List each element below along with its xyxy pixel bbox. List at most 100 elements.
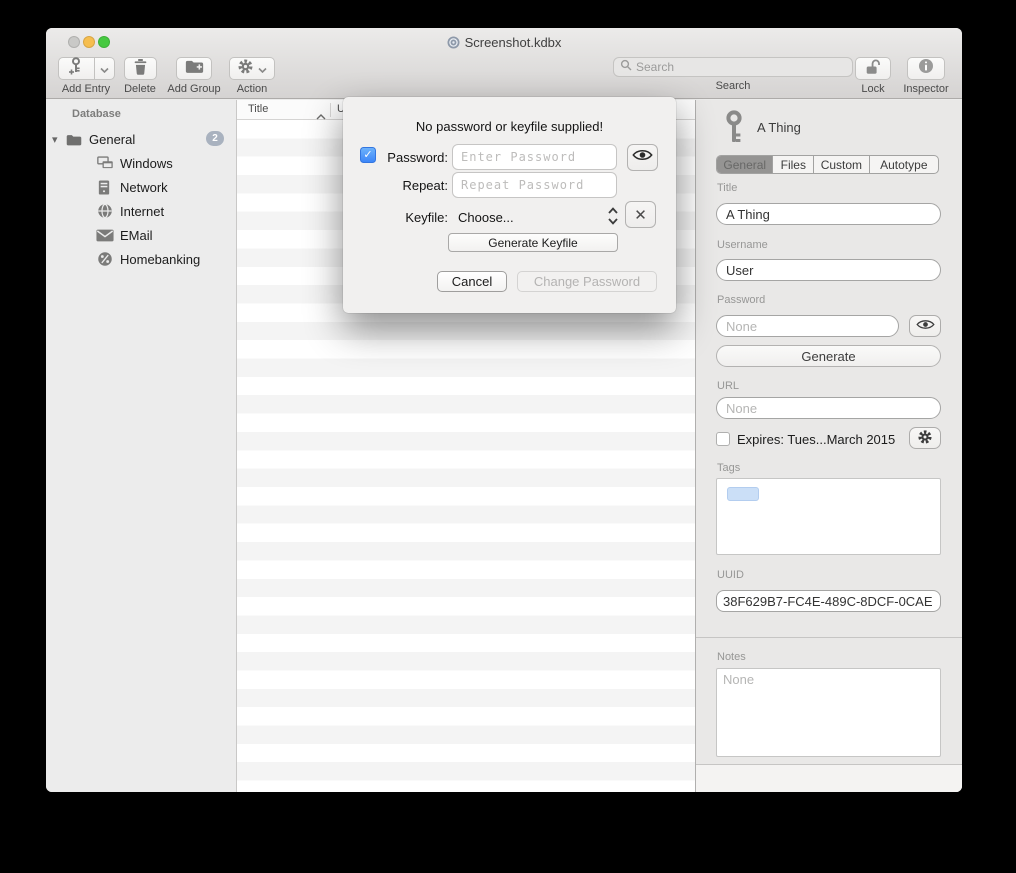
inspector-group: Inspector (898, 57, 954, 95)
sidebar-section-header: Database (72, 108, 121, 120)
disclosure-triangle-icon[interactable]: ▾ (52, 133, 58, 146)
add-entry-dropdown-button[interactable] (95, 57, 115, 80)
unlocked-padlock-icon (864, 58, 882, 80)
key-plus-icon (68, 57, 84, 80)
inspector-footer (696, 764, 962, 792)
envelope-icon (96, 229, 114, 242)
chevron-down-icon (100, 60, 109, 78)
username-field[interactable] (716, 259, 941, 281)
search-input[interactable] (636, 60, 846, 74)
change-password-dialog: No password or keyfile supplied! ✓ Passw… (343, 97, 676, 313)
uuid-field-label: UUID (717, 569, 744, 581)
search-group: Search (613, 57, 853, 92)
username-field-label: Username (717, 239, 768, 251)
folder-icon (66, 133, 82, 146)
group-sidebar: Database ▾ General 2 Windows Networ (46, 100, 237, 792)
sidebar-item-network[interactable]: Network (46, 175, 236, 199)
keyfile-popup-button[interactable]: Choose... (458, 210, 514, 225)
repeat-label: Repeat: (360, 178, 448, 193)
notes-field-label: Notes (717, 651, 746, 663)
url-field[interactable] (716, 397, 941, 419)
sidebar-item-email[interactable]: EMail (46, 223, 236, 247)
delete-button[interactable] (124, 57, 157, 80)
notes-field[interactable] (716, 668, 941, 757)
globe-icon (97, 203, 113, 219)
expires-checkbox[interactable] (716, 432, 730, 446)
tab-files[interactable]: Files (772, 156, 813, 173)
sidebar-item-homebanking[interactable]: Homebanking (46, 247, 236, 271)
sidebar-item-general[interactable]: ▾ General 2 (46, 127, 236, 151)
password-label: Password: (360, 150, 448, 165)
trash-icon (133, 58, 148, 80)
clear-keyfile-button[interactable]: ✕ (625, 201, 656, 228)
generate-password-button[interactable]: Generate (716, 345, 941, 367)
tab-custom[interactable]: Custom (813, 156, 869, 173)
tab-general[interactable]: General (717, 156, 772, 173)
entry-count-badge: 2 (206, 131, 224, 146)
eye-icon (632, 148, 653, 167)
tags-field-label: Tags (717, 462, 740, 474)
windows-group-icon (97, 156, 114, 170)
folder-plus-icon (185, 59, 204, 78)
repeat-password-input[interactable] (452, 172, 617, 198)
gear-icon (917, 429, 933, 448)
dialog-message: No password or keyfile supplied! (343, 119, 676, 134)
stepper-chevrons-icon[interactable] (606, 205, 620, 232)
sidebar-item-internet[interactable]: Internet (46, 199, 236, 223)
key-icon (725, 110, 743, 147)
tags-box[interactable] (716, 478, 941, 555)
column-divider[interactable] (330, 103, 331, 117)
action-button[interactable] (229, 57, 275, 80)
add-entry-group: Add Entry (54, 57, 118, 95)
inspector-label: Inspector (903, 83, 948, 95)
action-label: Action (237, 83, 268, 95)
title-field[interactable] (716, 203, 941, 225)
lock-label: Lock (861, 83, 884, 95)
enter-password-input[interactable] (452, 144, 617, 170)
titlebar-toolbar: Screenshot.kdbx Add Entry (46, 28, 962, 99)
cancel-button[interactable]: Cancel (437, 271, 507, 292)
entry-title: A Thing (757, 120, 801, 135)
inspector-panel: A Thing General Files Custom Autotype Ti… (695, 100, 962, 792)
add-group-label: Add Group (167, 83, 220, 95)
inspector-button[interactable] (907, 57, 945, 80)
gear-icon (237, 58, 254, 80)
action-group: Action (226, 57, 278, 95)
show-password-button[interactable] (627, 144, 658, 171)
sidebar-item-label: Internet (120, 204, 164, 219)
chevron-down-icon (258, 60, 267, 78)
sidebar-item-label: EMail (120, 228, 153, 243)
tab-autotype[interactable]: Autotype (869, 156, 938, 173)
inspector-divider (696, 637, 962, 638)
search-icon (620, 58, 632, 76)
show-password-button[interactable] (909, 315, 941, 337)
expires-label: Expires: Tues...March 2015 (737, 432, 895, 447)
close-x-icon: ✕ (634, 206, 647, 224)
search-label: Search (716, 80, 751, 92)
add-group-button[interactable] (176, 57, 212, 80)
tag-pill[interactable] (727, 487, 759, 501)
eye-icon (916, 318, 935, 334)
column-header-title[interactable]: Title (248, 103, 268, 115)
add-entry-button[interactable] (58, 57, 95, 80)
title-field-label: Title (717, 182, 737, 194)
lock-button[interactable] (855, 57, 891, 80)
lock-group: Lock (851, 57, 895, 95)
change-password-button[interactable]: Change Password (517, 271, 657, 292)
password-field-label: Password (717, 294, 765, 306)
uuid-field[interactable] (716, 590, 941, 612)
sidebar-item-label: Windows (120, 156, 173, 171)
keyfile-label: Keyfile: (360, 210, 448, 225)
generate-keyfile-button[interactable]: Generate Keyfile (448, 233, 618, 252)
info-icon (918, 58, 934, 79)
sidebar-item-windows[interactable]: Windows (46, 151, 236, 175)
percent-circle-icon (97, 251, 113, 267)
expires-settings-button[interactable] (909, 427, 941, 449)
url-field-label: URL (717, 380, 739, 392)
app-window: Screenshot.kdbx Add Entry (46, 28, 962, 792)
sidebar-item-label: Homebanking (120, 252, 200, 267)
server-icon (98, 180, 110, 195)
password-field[interactable] (716, 315, 899, 337)
add-group-group: Add Group (163, 57, 225, 95)
inspector-tabs: General Files Custom Autotype (716, 155, 939, 174)
